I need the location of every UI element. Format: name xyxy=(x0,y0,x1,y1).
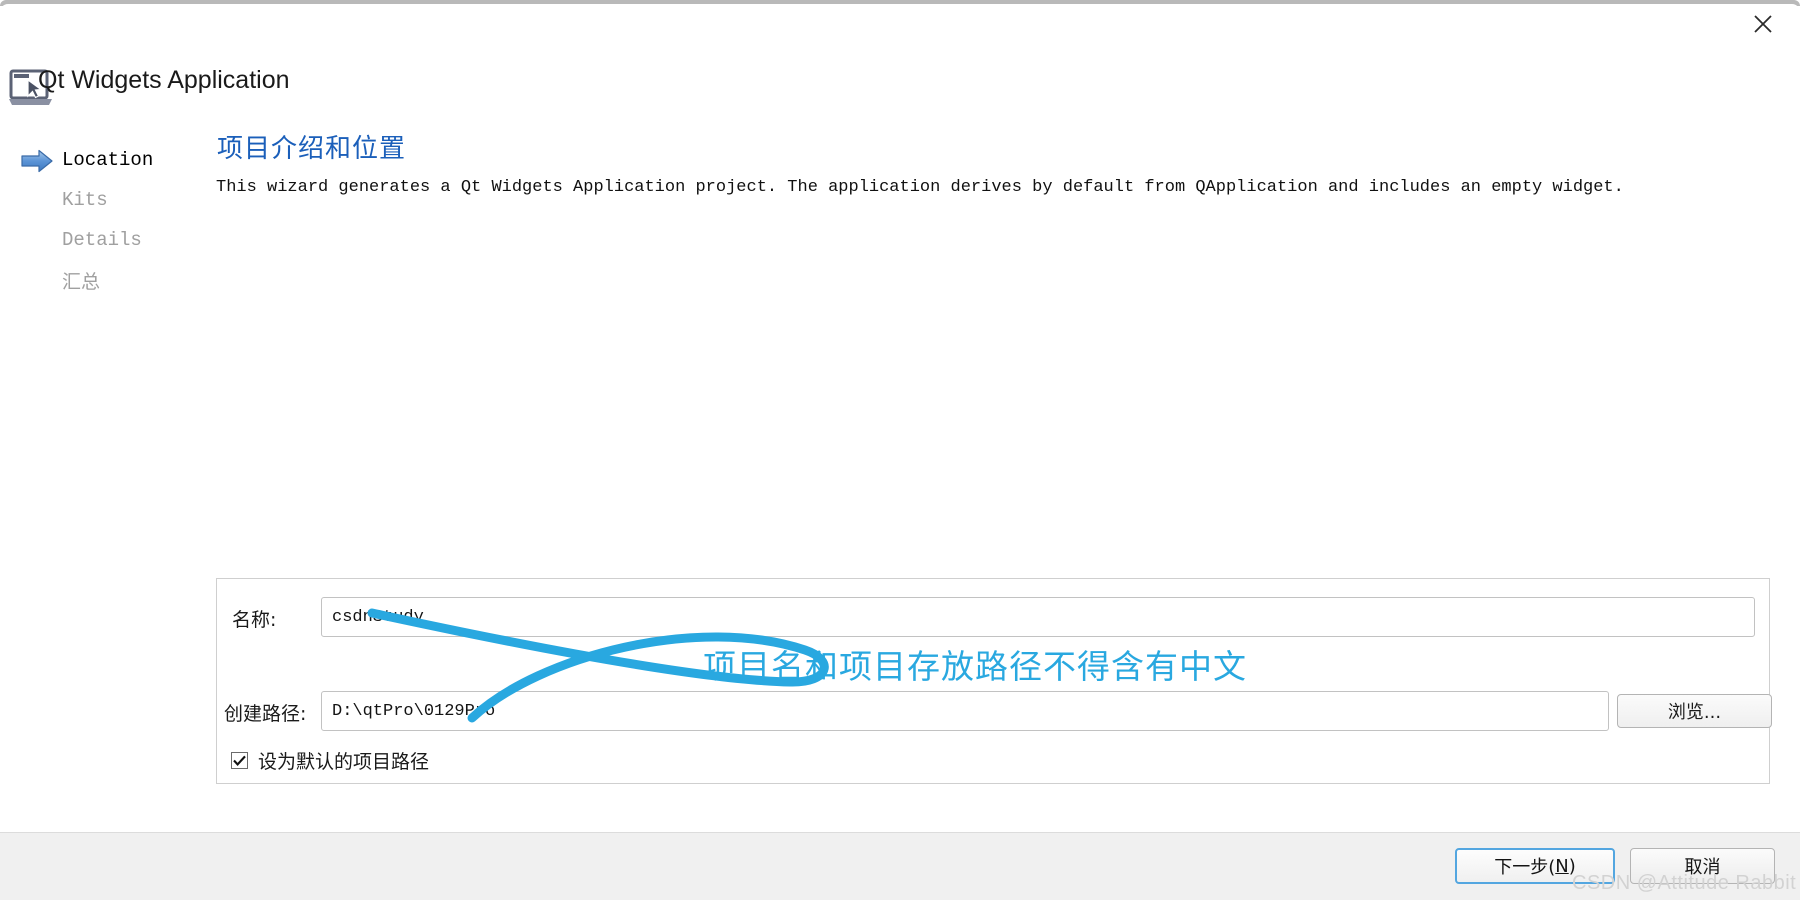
name-field-label: 名称: xyxy=(232,609,277,631)
sidebar-item-location[interactable]: Location xyxy=(0,140,212,180)
wizard-window: Qt Widgets Application Location Kits Det… xyxy=(0,0,1800,900)
sidebar-item-label: Location xyxy=(62,149,154,171)
path-field-label: 创建路径: xyxy=(224,703,307,725)
page-title: Qt Widgets Application xyxy=(38,66,290,94)
sidebar-item-label: Kits xyxy=(62,189,108,211)
default-path-checkbox-row[interactable]: 设为默认的项目路径 xyxy=(231,747,429,774)
wizard-step-sidebar: Location Kits Details 汇总 xyxy=(0,140,212,300)
wizard-header: Qt Widgets Application xyxy=(0,52,1800,112)
section-heading: 项目介绍和位置 xyxy=(217,134,407,164)
next-button-label: 下一步( xyxy=(1494,857,1556,878)
blue-right-arrow-icon xyxy=(20,149,54,173)
sidebar-item-kits[interactable]: Kits xyxy=(0,180,212,220)
project-name-input[interactable] xyxy=(321,597,1755,637)
sidebar-item-summary[interactable]: 汇总 xyxy=(0,260,212,300)
default-path-checkbox[interactable] xyxy=(231,752,248,769)
sidebar-item-label: 汇总 xyxy=(62,271,101,294)
sidebar-item-label: Details xyxy=(62,229,142,251)
default-path-label: 设为默认的项目路径 xyxy=(258,751,430,773)
close-icon[interactable] xyxy=(1740,4,1786,44)
watermark: CSDN @Attitude Rabbit xyxy=(1572,872,1797,894)
sidebar-item-details[interactable]: Details xyxy=(0,220,212,260)
next-button-accelerator: N xyxy=(1555,855,1569,877)
browse-button[interactable]: 浏览... xyxy=(1617,694,1772,728)
project-path-input[interactable] xyxy=(321,691,1609,731)
annotation-text: 项目名和项目存放路径不得含有中文 xyxy=(703,647,1247,686)
section-description: This wizard generates a Qt Widgets Appli… xyxy=(216,178,1624,197)
